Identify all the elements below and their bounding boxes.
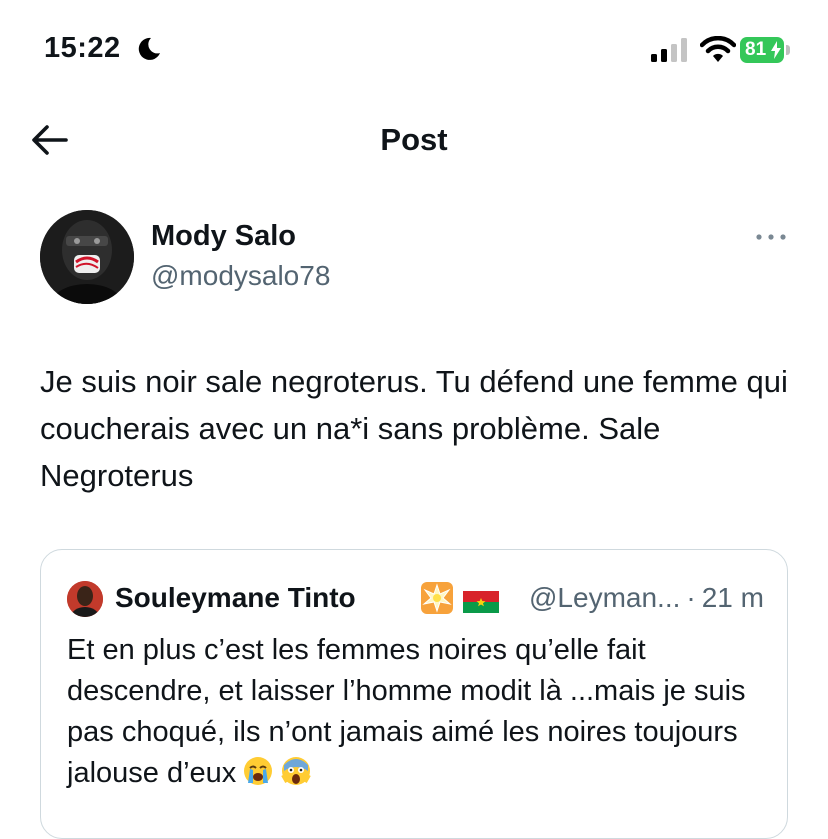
more-options-icon[interactable] [754,230,788,244]
quoted-post-text-block: Et en plus c’est les femmes noires qu’el… [67,630,767,794]
avatar[interactable] [40,210,134,304]
quoted-author-name: Souleymane Tinto [115,582,356,613]
status-time: 15:22 [44,32,121,64]
screaming-face-emoji [281,757,312,785]
post-author: Mody Salo @modysalo78 [40,210,800,306]
wifi-icon [700,36,736,62]
post-text: Je suis noir sale negroterus. Tu défend … [40,364,788,493]
quoted-post-card[interactable]: Souleymane Tinto @Leyman... · 21 m Et en p… [40,549,788,839]
battery-level: 81 [745,39,767,60]
quoted-post-meta: @Leyman... · 21 m [529,582,764,614]
quoted-avatar-image [67,581,103,617]
battery-indicator: 81 [740,37,794,63]
nav-header: Post [0,108,828,172]
page-title: Post [380,122,448,157]
status-bar: 15:22 81 [0,0,828,100]
quoted-author-avatar [67,581,103,617]
collision-emoji-glyph [422,583,452,613]
cellular-signal-icon [651,38,687,62]
charging-bolt-icon [771,41,781,59]
meta-separator: · [686,582,696,613]
quoted-post-time: 21 m [701,582,764,613]
quoted-post-text: Et en plus c’est les femmes noires qu’el… [67,634,746,789]
burkina-faso-flag-icon [463,591,499,613]
quoted-post-header: Souleymane Tinto @Leyman... · 21 m [67,579,767,617]
moon-icon [138,37,160,60]
loudly-crying-face-emoji [244,757,273,785]
author-display-name[interactable]: Mody Salo [151,220,296,253]
author-handle[interactable]: @modysalo78 [151,260,330,292]
quoted-author-handle: @Leyman... [529,582,681,613]
masked-face-avatar-image [40,210,134,304]
battery-tip [786,45,790,55]
collision-emoji [421,582,453,614]
